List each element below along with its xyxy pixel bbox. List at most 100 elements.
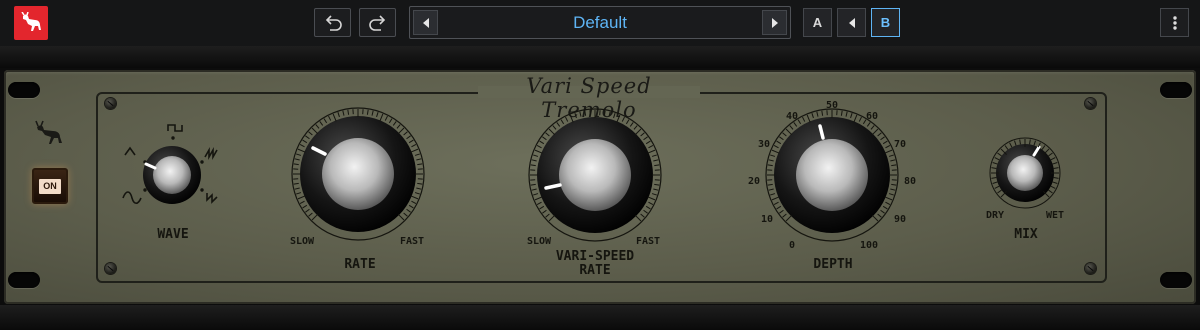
tick-mark — [821, 110, 824, 116]
tick-mark — [379, 113, 384, 122]
tick-mark — [647, 149, 656, 154]
tick-mark — [884, 196, 893, 201]
tick-mark — [793, 122, 798, 127]
tick-mark — [1014, 140, 1017, 146]
tick-mark — [994, 157, 1000, 161]
tick-mark — [767, 183, 773, 186]
tick-mark — [565, 116, 569, 122]
tick-mark — [297, 148, 306, 153]
tick-mark — [337, 112, 340, 118]
tick-mark — [991, 167, 997, 169]
tick-mark — [785, 214, 793, 222]
tick-mark — [545, 213, 550, 218]
tick-mark — [308, 131, 313, 136]
tick-mark — [1009, 142, 1013, 148]
tick-mark — [323, 118, 328, 124]
tick-mark — [1050, 157, 1056, 161]
tick-mark — [882, 140, 888, 145]
tick-mark — [608, 111, 611, 117]
mix-knob[interactable] — [989, 137, 1061, 209]
rate-knob[interactable] — [291, 107, 425, 241]
tick-mark — [653, 159, 659, 162]
tick-mark — [890, 159, 896, 162]
tick-mark — [533, 154, 539, 157]
tick-mark — [779, 209, 784, 214]
tick-mark — [542, 209, 547, 214]
tick-mark — [545, 132, 550, 137]
wave-knob[interactable] — [143, 146, 201, 204]
tick-mark — [1033, 140, 1036, 146]
tick-mark — [574, 113, 577, 119]
tick-mark — [552, 125, 557, 130]
tick-mark — [850, 113, 853, 119]
tick-mark — [311, 127, 319, 135]
tick-mark — [613, 113, 616, 119]
tick-mark — [548, 128, 556, 136]
tick-mark — [384, 115, 388, 121]
tick-mark — [862, 119, 867, 125]
tick-mark — [1052, 162, 1058, 165]
tick-mark — [767, 164, 773, 167]
tick-mark — [773, 201, 779, 205]
tick-mark — [319, 121, 324, 126]
tick-mark — [771, 196, 780, 201]
tick-mark — [305, 135, 310, 140]
depth-knob[interactable] — [765, 108, 899, 242]
tick-mark — [296, 153, 302, 156]
tick-mark — [294, 187, 300, 190]
tick-mark — [653, 188, 659, 191]
tick-mark — [1052, 181, 1058, 184]
tick-mark — [845, 111, 848, 117]
tick-mark — [294, 158, 300, 161]
tick-mark — [880, 209, 885, 214]
tick-mark — [871, 214, 879, 222]
tick-mark — [885, 201, 891, 205]
tick-mark — [853, 114, 858, 123]
tick-mark — [414, 192, 420, 195]
tick-mark — [645, 205, 651, 210]
tick-mark — [648, 145, 654, 149]
tick-mark — [994, 185, 1000, 189]
tick-mark — [305, 208, 310, 213]
tick-mark — [403, 131, 408, 136]
tick-mark — [779, 136, 784, 141]
tick-mark — [297, 195, 306, 200]
tick-mark — [414, 153, 420, 156]
tick-mark — [884, 149, 893, 154]
tick-mark — [1050, 185, 1056, 189]
tick-mark — [1048, 152, 1053, 157]
tick-mark — [1053, 167, 1059, 169]
tick-mark — [1048, 189, 1053, 194]
tick-mark — [397, 213, 405, 221]
tick-mark — [651, 154, 657, 157]
tick-mark — [315, 124, 320, 129]
tick-mark — [768, 159, 774, 162]
tick-mark — [997, 189, 1002, 194]
tick-mark — [871, 128, 879, 136]
tick-mark — [366, 109, 369, 115]
tick-mark — [533, 193, 539, 196]
tick-mark — [388, 118, 393, 124]
tick-mark — [877, 132, 882, 137]
tick-mark — [542, 136, 547, 141]
tick-mark — [633, 125, 638, 130]
tick-mark — [347, 109, 350, 115]
tick-mark — [376, 112, 379, 118]
tick-mark — [806, 114, 811, 123]
tick-mark — [647, 196, 656, 201]
tick-mark — [328, 115, 332, 121]
tick-mark — [891, 183, 897, 186]
tick-mark — [406, 135, 411, 140]
tick-mark — [776, 140, 782, 145]
tick-mark — [560, 119, 565, 125]
tick-mark — [654, 164, 660, 167]
tick-mark — [770, 154, 776, 157]
tick-mark — [408, 139, 414, 144]
tick-mark — [888, 193, 894, 196]
tick-mark — [534, 149, 543, 154]
vari-speed-rate-knob[interactable] — [528, 108, 662, 242]
tick-mark — [882, 205, 888, 210]
tick-mark — [410, 148, 419, 153]
tick-mark — [397, 127, 405, 135]
tick-mark — [584, 110, 587, 116]
